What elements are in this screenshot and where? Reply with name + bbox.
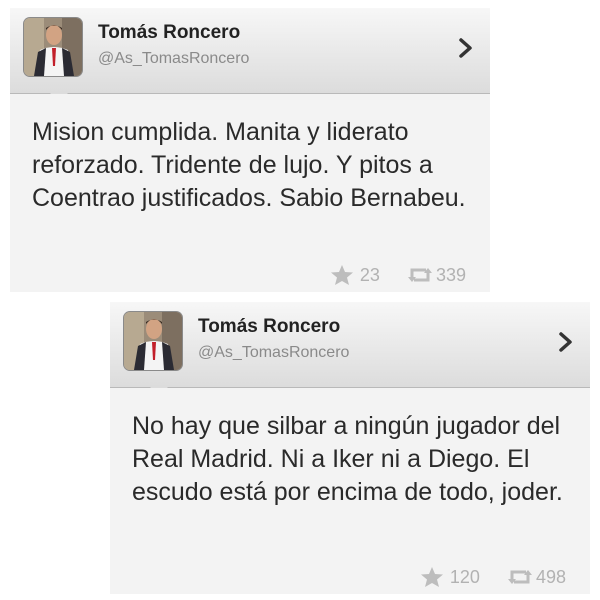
author-name[interactable]: Tomás Roncero — [198, 316, 340, 338]
tweet-stats: 23 339 — [330, 264, 466, 286]
chevron-right-icon[interactable] — [556, 330, 576, 354]
avatar[interactable] — [24, 18, 82, 76]
tweet-body: No hay que silbar a ningún jugador del R… — [110, 388, 590, 594]
tweet-card: Tomás Roncero @As_TomasRoncero Mision cu… — [10, 8, 490, 292]
tweet-card: Tomás Roncero @As_TomasRoncero No hay qu… — [110, 302, 590, 594]
tweet-header[interactable]: Tomás Roncero @As_TomasRoncero — [110, 302, 590, 396]
chevron-right-icon[interactable] — [456, 36, 476, 60]
author-handle[interactable]: @As_TomasRoncero — [98, 50, 249, 68]
retweet-icon[interactable] — [506, 566, 532, 588]
retweet-count: 498 — [535, 566, 566, 587]
retweet-icon[interactable] — [406, 264, 432, 286]
tweet-body: Mision cumplida. Manita y liderato refor… — [10, 94, 490, 292]
favorite-count: 120 — [449, 566, 480, 587]
tweet-header[interactable]: Tomás Roncero @As_TomasRoncero — [10, 8, 490, 102]
retweet-count: 339 — [435, 264, 466, 285]
tweet-stats: 120 498 — [420, 566, 566, 588]
author-name[interactable]: Tomás Roncero — [98, 22, 240, 44]
avatar[interactable] — [124, 312, 182, 370]
tweet-text: No hay que silbar a ningún jugador del R… — [132, 412, 563, 506]
author-handle[interactable]: @As_TomasRoncero — [198, 344, 349, 362]
tweet-text: Mision cumplida. Manita y liderato refor… — [32, 118, 466, 212]
favorite-count: 23 — [359, 264, 380, 285]
star-icon[interactable] — [420, 566, 444, 588]
star-icon[interactable] — [330, 264, 354, 286]
